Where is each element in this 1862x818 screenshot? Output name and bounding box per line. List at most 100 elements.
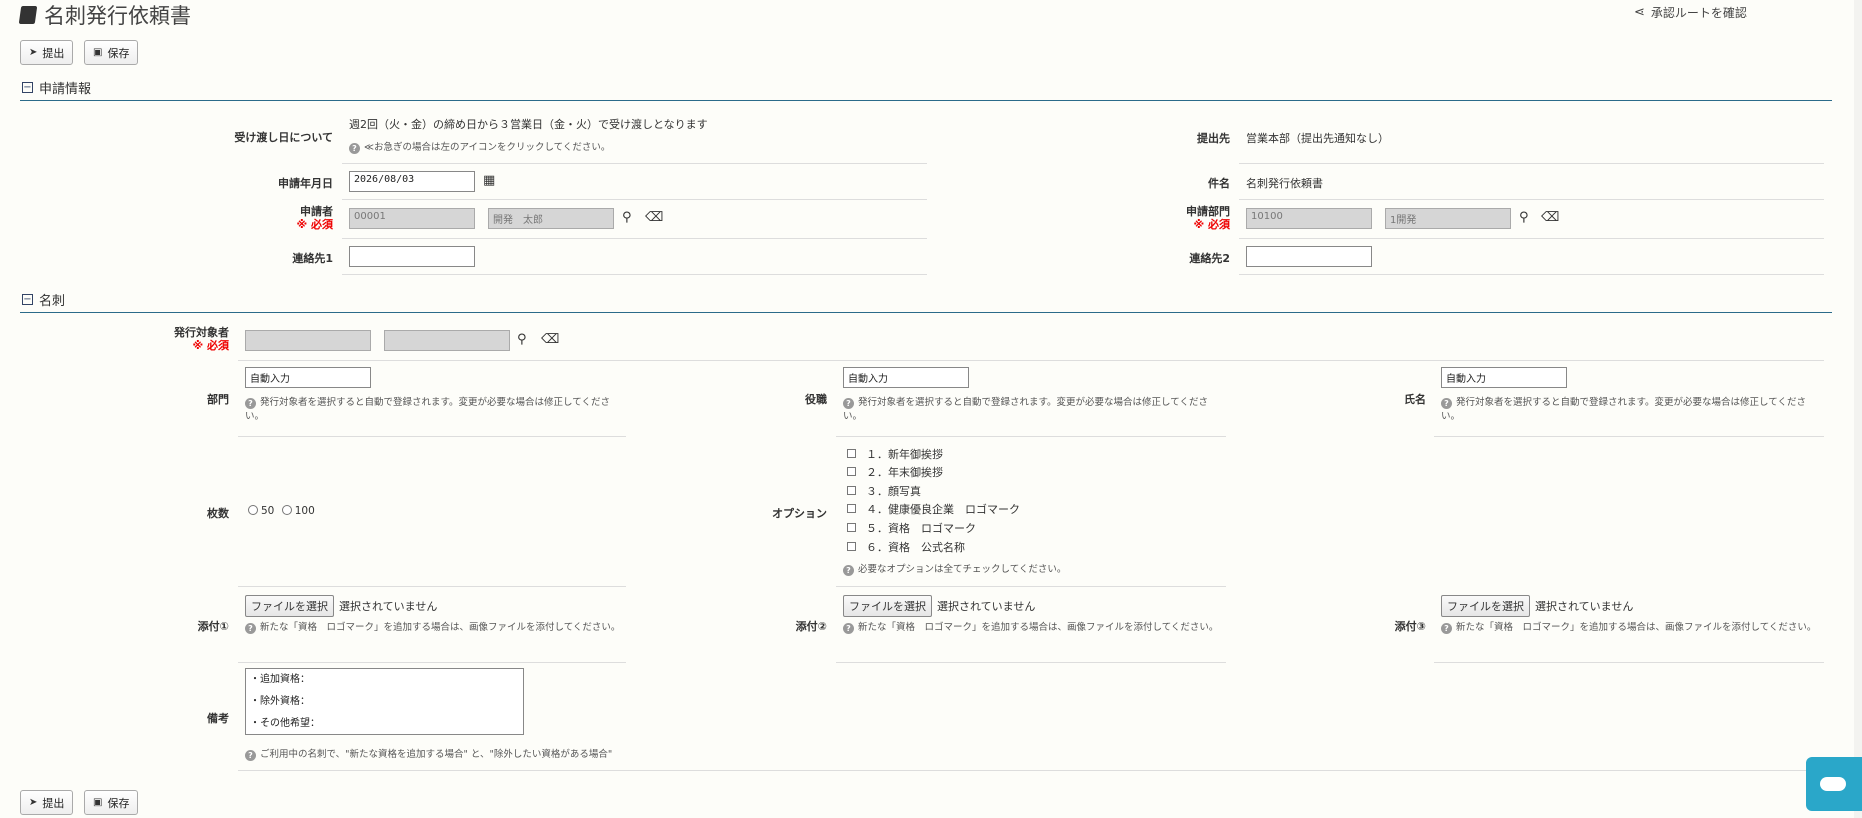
approval-route-link[interactable]: ⋖ 承認ルートを確認 <box>1634 4 1747 21</box>
option-checkbox[interactable] <box>847 523 856 532</box>
note-help: ご利用中の名刺で、"新たな資格を追加する場合" と、"除外したい資格がある場合" <box>260 749 613 760</box>
save-label: 保存 <box>107 46 130 60</box>
row-divider <box>1434 662 1824 663</box>
card-dept-help: 発行対象者を選択すると自動で登録されます。変更が必要な場合は修正してください。 <box>245 397 610 422</box>
save-label: 保存 <box>107 796 130 810</box>
chat-icon <box>1820 777 1846 791</box>
note-label: 備考 <box>207 712 229 725</box>
file-select-button[interactable]: ファイルを選択 <box>843 595 932 617</box>
option-label: オプション <box>772 507 827 520</box>
search-icon[interactable]: ⚲ <box>622 210 632 225</box>
delivery-text: 週2回（火・金）の締め日から３営業日（金・火）で受け渡しとなります <box>349 118 708 131</box>
send-icon: ➤ <box>29 797 38 808</box>
required-mark: ※ 必須 <box>1193 218 1230 231</box>
row-divider <box>1239 163 1824 164</box>
card-dept-input[interactable]: 自動入力 <box>245 367 371 388</box>
row-divider <box>238 360 1824 361</box>
help-icon: ? <box>843 565 854 576</box>
attach1-file-input[interactable]: ファイルを選択 選択されていません <box>245 595 437 617</box>
applicant-name-input: 開発 太郎 <box>488 208 614 229</box>
row-divider <box>1239 199 1824 200</box>
attach2-help: 新たな「資格 ロゴマーク」を追加する場合は、画像ファイルを添付してください。 <box>858 622 1219 633</box>
count-50-radio[interactable] <box>248 505 258 515</box>
contact1-label: 連絡先1 <box>292 252 333 265</box>
option-help: 必要なオプションは全てチェックしてください。 <box>858 564 1067 575</box>
count-100-radio[interactable] <box>281 505 292 515</box>
option-item[interactable]: ４．健康優良企業 ロゴマーク <box>847 501 1020 517</box>
applicant-label-text: 申請者 <box>300 205 333 218</box>
card-name-label: 氏名 <box>1404 393 1426 406</box>
option-text: ６．資格 公式名称 <box>866 541 965 554</box>
search-icon[interactable]: ⚲ <box>1519 210 1529 225</box>
note-textarea[interactable] <box>245 668 524 735</box>
file-select-button[interactable]: ファイルを選択 <box>1441 595 1530 617</box>
row-divider <box>342 199 927 200</box>
section-business-card-header[interactable]: − 名刺 <box>22 290 65 309</box>
target-name-input <box>384 330 510 351</box>
eraser-icon[interactable]: ⌫ <box>541 332 559 347</box>
dept-label-text: 申請部門 <box>1186 205 1230 218</box>
section-application-info-header[interactable]: − 申請情報 <box>22 78 91 97</box>
row-divider <box>1434 436 1824 437</box>
file-status: 選択されていません <box>1535 600 1634 613</box>
submit-button-top[interactable]: ➤ 提出 <box>20 40 74 65</box>
card-name-input[interactable]: 自動入力 <box>1441 367 1567 388</box>
date-input[interactable]: 2026/08/03 <box>349 171 475 192</box>
option-item[interactable]: ３．顔写真 <box>847 483 921 499</box>
page-title-text: 名刺発行依頼書 <box>44 4 191 28</box>
row-divider <box>238 436 626 437</box>
save-icon: ▣ <box>93 47 103 58</box>
option-checkbox[interactable] <box>847 467 856 476</box>
file-select-button[interactable]: ファイルを選択 <box>245 595 334 617</box>
option-item[interactable]: ５．資格 ロゴマーク <box>847 520 976 536</box>
dept-code-input: 10100 <box>1246 208 1372 229</box>
option-item[interactable]: ２．年末御挨拶 <box>847 464 943 480</box>
scrollbar[interactable] <box>1854 0 1862 818</box>
chat-launcher-button[interactable] <box>1806 757 1862 811</box>
count-options: 50 100 <box>248 505 315 517</box>
option-checkbox[interactable] <box>847 486 856 495</box>
row-divider <box>836 662 1226 663</box>
calendar-icon[interactable]: ▦ <box>483 173 495 188</box>
save-button-bottom[interactable]: ▣ 保存 <box>84 790 139 815</box>
card-position-label: 役職 <box>805 393 827 406</box>
row-divider <box>836 586 1226 587</box>
attach1-help: 新たな「資格 ロゴマーク」を追加する場合は、画像ファイルを添付してください。 <box>260 622 621 633</box>
applicant-label: 申請者 ※ 必須 <box>200 205 333 231</box>
save-icon: ▣ <box>93 797 103 808</box>
submit-button-bottom[interactable]: ➤ 提出 <box>20 790 74 815</box>
help-icon[interactable]: ? <box>349 143 360 154</box>
row-divider <box>342 163 927 164</box>
file-status: 選択されていません <box>339 600 438 613</box>
option-text: ５．資格 ロゴマーク <box>866 522 976 535</box>
target-label-text: 発行対象者 <box>174 326 229 339</box>
eraser-icon[interactable]: ⌫ <box>645 210 663 225</box>
dept-name-input: 1開発 <box>1385 208 1511 229</box>
card-position-input[interactable]: 自動入力 <box>843 367 969 388</box>
submit-label: 提出 <box>42 796 65 810</box>
attach2-label: 添付② <box>795 620 827 633</box>
count-100-label: 100 <box>294 505 315 517</box>
contact2-input[interactable] <box>1246 246 1372 267</box>
help-icon: ? <box>1441 398 1452 409</box>
option-checkbox[interactable] <box>847 504 856 513</box>
required-mark: ※ 必須 <box>296 218 333 231</box>
attach3-file-input[interactable]: ファイルを選択 選択されていません <box>1441 595 1633 617</box>
delivery-help: ≪お急ぎの場合は左のアイコンをクリックしてください。 <box>364 142 611 153</box>
contact1-input[interactable] <box>349 246 475 267</box>
option-item[interactable]: ６．資格 公式名称 <box>847 539 965 555</box>
submit-label: 提出 <box>42 46 65 60</box>
contact2-label: 連絡先2 <box>1189 252 1230 265</box>
help-icon: ? <box>245 398 256 409</box>
search-icon[interactable]: ⚲ <box>517 332 527 347</box>
option-checkbox[interactable] <box>847 449 856 458</box>
eraser-icon[interactable]: ⌫ <box>1541 210 1559 225</box>
save-button-top[interactable]: ▣ 保存 <box>84 40 139 65</box>
book-icon <box>18 6 38 24</box>
collapse-icon: − <box>22 81 33 93</box>
attach3-label: 添付③ <box>1394 620 1426 633</box>
attach2-file-input[interactable]: ファイルを選択 選択されていません <box>843 595 1035 617</box>
option-checkbox[interactable] <box>847 542 856 551</box>
count-50-label: 50 <box>261 505 275 517</box>
option-item[interactable]: １．新年御挨拶 <box>847 446 943 462</box>
